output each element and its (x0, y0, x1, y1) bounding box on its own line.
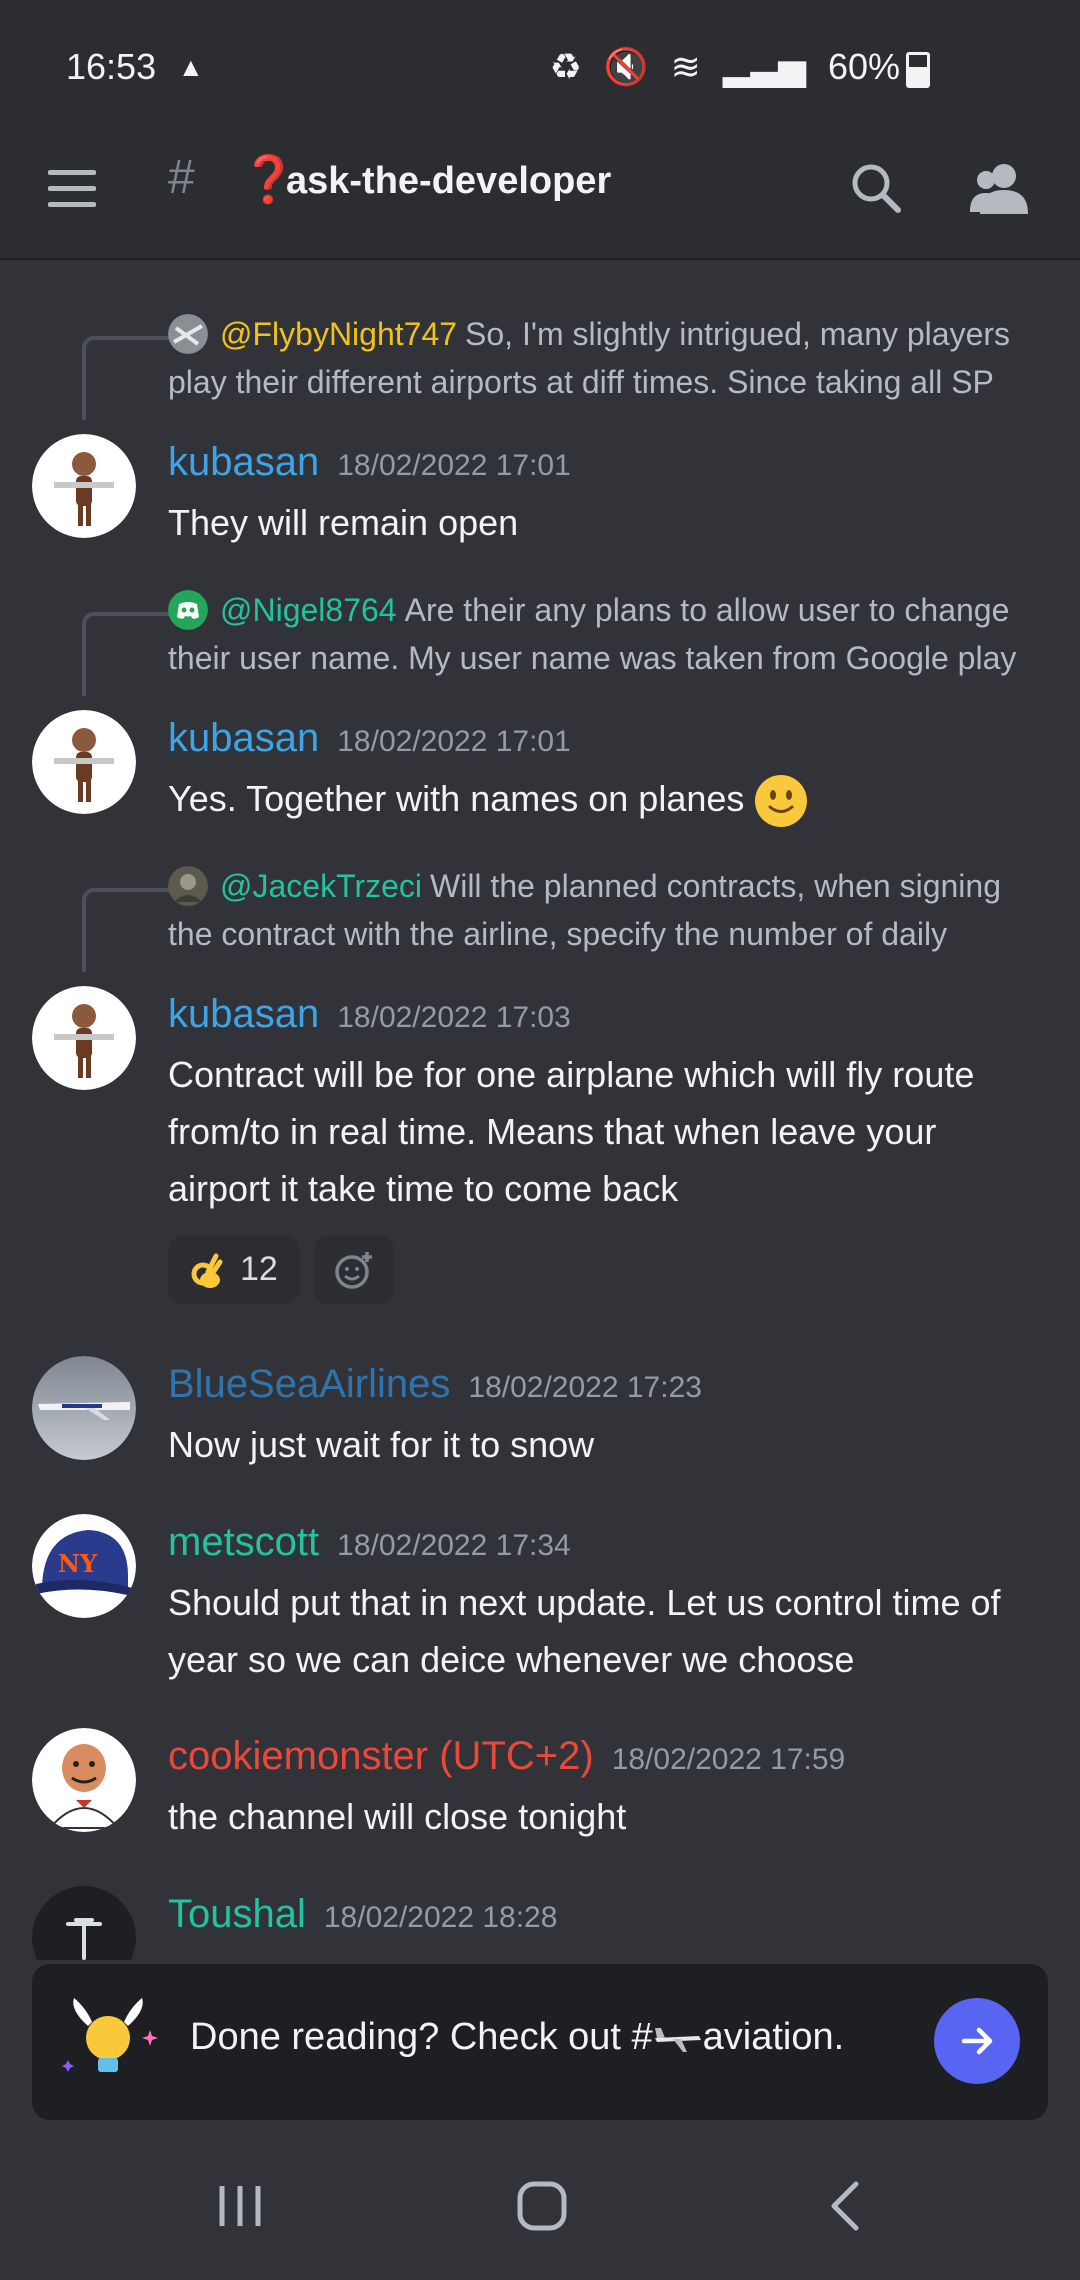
avatar[interactable] (32, 1728, 136, 1832)
wifi-icon: ≋ (670, 46, 701, 87)
avatar[interactable] (32, 986, 136, 1090)
search-icon[interactable] (848, 160, 904, 216)
avatar[interactable] (32, 710, 136, 814)
banner-channel[interactable]: aviation. (703, 2016, 845, 2058)
username[interactable]: kubasan (168, 992, 319, 1036)
status-bar: 16:53 ▲ ♻ 🔇 ≋ ▂▃▅ 60% (0, 0, 1080, 130)
ok-hand-emoji-icon (191, 1253, 223, 1288)
message-text: They will remain open (168, 502, 519, 543)
reply-author[interactable]: @JacekTrzeci (220, 868, 422, 904)
username[interactable]: kubasan (168, 440, 319, 484)
battery-icon (906, 52, 930, 88)
lightbulb-icon (62, 1998, 158, 2072)
username[interactable]: kubasan (168, 716, 319, 760)
svg-text:NY: NY (58, 1549, 98, 1578)
channel-hash-icon: # (168, 151, 195, 204)
banner-text: Done reading? Check out # (190, 2016, 653, 2058)
username[interactable]: metscott (168, 1520, 319, 1564)
channel-name[interactable]: ask-the-developer (286, 160, 611, 203)
timestamp: 18/02/2022 17:01 (337, 725, 571, 758)
avatar[interactable] (32, 1356, 136, 1460)
reply-connector (82, 336, 178, 420)
status-time: 16:53 (66, 46, 157, 87)
mute-icon: 🔇 (603, 46, 649, 87)
timestamp: 18/02/2022 17:03 (337, 1001, 571, 1034)
avatar[interactable] (32, 1886, 136, 1960)
message-text: Should put that in next update. Let us c… (168, 1582, 1001, 1680)
go-to-channel-button[interactable] (934, 1998, 1020, 2084)
channel-header: # ❓ ask-the-developer (0, 130, 1080, 260)
avatar[interactable] (32, 434, 136, 538)
timestamp: 18/02/2022 17:59 (611, 1743, 846, 1776)
reaction-count: 12 (240, 1250, 278, 1288)
recent-apps-icon[interactable] (212, 2178, 268, 2234)
add-reaction-button[interactable] (314, 1236, 395, 1304)
reactions: 12 (168, 1236, 404, 1304)
back-icon[interactable] (820, 2176, 872, 2236)
battery-percent: 60% (827, 46, 900, 87)
notification-icon: ▲ (178, 52, 204, 82)
reaction-ok-hand[interactable]: 12 (168, 1236, 300, 1304)
status-icons: ♻ 🔇 ≋ ▂▃▅ 60% (550, 46, 900, 88)
battery-saver-icon: ♻ (549, 46, 582, 87)
message-text: Contract will be for one airplane which … (168, 1054, 975, 1209)
username[interactable]: Toushal (168, 1892, 306, 1936)
signal-icon: ▂▃▅ (722, 46, 806, 87)
slight-smile-emoji-icon (755, 775, 808, 828)
arrow-right-icon (961, 2027, 993, 2055)
system-nav-bar (0, 2150, 1080, 2280)
message-text: Now just wait for it to snow (168, 1424, 595, 1465)
timestamp: 18/02/2022 17:01 (337, 449, 571, 482)
reply-connector (82, 888, 178, 972)
username[interactable]: cookiemonster (UTC+2) (168, 1734, 594, 1778)
add-reaction-icon (335, 1252, 373, 1289)
reply-author[interactable]: @FlybyNight747 (220, 316, 457, 352)
members-icon[interactable] (968, 158, 1032, 218)
reply-author[interactable]: @Nigel8764 (220, 592, 397, 628)
timestamp: 18/02/2022 17:34 (337, 1529, 571, 1562)
message-list[interactable]: @FlybyNight747 So, I'm slightly intrigued… (0, 260, 1080, 1960)
done-reading-banner[interactable]: Done reading? Check out # aviation. (32, 1964, 1048, 2120)
message-text: Yes. Together with names on planes (168, 778, 745, 819)
message-text: the channel will close tonight (168, 1796, 627, 1837)
home-icon[interactable] (512, 2176, 572, 2236)
username[interactable]: BlueSeaAirlines (168, 1362, 450, 1406)
menu-icon[interactable] (48, 170, 96, 210)
timestamp: 18/02/2022 17:23 (468, 1371, 702, 1404)
airplane-emoji-icon (654, 2027, 701, 2052)
timestamp: 18/02/2022 18:28 (323, 1901, 558, 1934)
avatar[interactable]: NY (32, 1514, 136, 1618)
reply-connector (82, 612, 178, 696)
